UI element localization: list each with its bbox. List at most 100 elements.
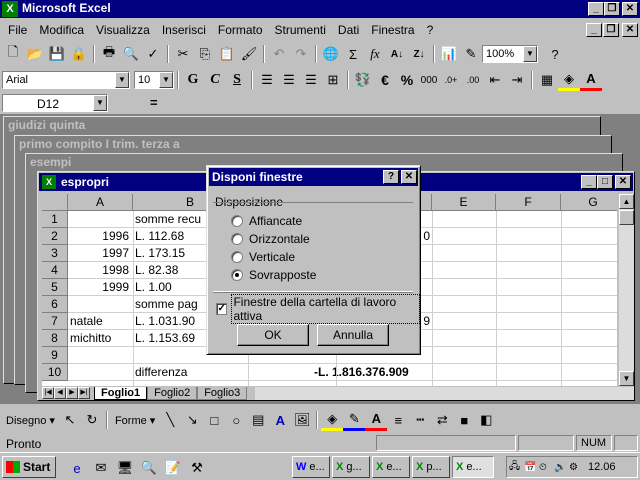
chevron-down-icon[interactable]: ▼ <box>115 72 129 88</box>
arrange-windows-dialog[interactable]: Disponi finestre ? ✕ Disposizione Affian… <box>206 165 421 355</box>
annulla-button[interactable]: Annulla <box>317 324 389 346</box>
task-button-4[interactable]: Xp... <box>412 456 450 478</box>
scroll-up-icon[interactable]: ▲ <box>619 194 634 209</box>
underline-button[interactable]: S <box>226 69 248 91</box>
workbook-minimize-button[interactable]: _ <box>581 175 597 189</box>
cut-icon[interactable]: ✂ <box>172 43 194 65</box>
font-color-icon[interactable]: A <box>580 69 602 91</box>
paste-icon[interactable]: 📋 <box>216 43 238 65</box>
rectangle-icon[interactable]: □ <box>203 409 225 431</box>
row-header[interactable]: 5 <box>42 279 68 296</box>
decrease-decimal-icon[interactable]: .00 <box>462 69 484 91</box>
dialog-titlebar[interactable]: Disponi finestre ? ✕ <box>209 168 418 186</box>
help-icon[interactable]: ? <box>544 43 566 65</box>
print-icon[interactable]: 🖶 <box>98 43 120 65</box>
dialog-help-button[interactable]: ? <box>383 170 399 184</box>
menu-file[interactable]: File <box>2 21 33 41</box>
autosum-icon[interactable]: Σ <box>342 43 364 65</box>
permission-icon[interactable]: 🔒 <box>68 43 90 65</box>
borders-icon[interactable]: ▦ <box>536 69 558 91</box>
zoom-select[interactable]: 100% ▼ <box>482 45 538 63</box>
name-box[interactable]: D12 ▼ <box>2 94 108 112</box>
wordart-icon[interactable]: A <box>269 409 291 431</box>
radio-affiancate[interactable] <box>231 215 243 227</box>
cell-a[interactable]: 1996 <box>68 228 131 245</box>
vertical-scrollbar[interactable]: ▲ ▼ <box>619 194 634 386</box>
task-button-2[interactable]: Xg... <box>332 456 370 478</box>
notepad-icon[interactable]: 📝 <box>162 457 184 479</box>
align-left-icon[interactable]: ☰ <box>256 69 278 91</box>
doc-close-button[interactable]: ✕ <box>622 23 638 37</box>
active-workbook-checkbox[interactable]: ✓ <box>216 303 228 315</box>
workbook-maximize-button[interactable]: □ <box>597 175 613 189</box>
font-color-icon[interactable]: A <box>365 409 388 431</box>
row-header[interactable]: 1 <box>42 211 68 228</box>
excel-app-icon[interactable]: X <box>2 1 18 17</box>
cell-d[interactable]: -L. 1.816.376.909 <box>314 364 432 381</box>
arrow-icon[interactable]: ↘ <box>181 409 203 431</box>
decrease-indent-icon[interactable]: ⇤ <box>484 69 506 91</box>
save-icon[interactable]: 💾 <box>46 43 68 65</box>
minimize-button[interactable]: _ <box>588 2 604 16</box>
radio-orizzontale[interactable] <box>231 233 243 245</box>
fill-color-icon[interactable]: ◈ <box>321 409 344 431</box>
spelling-icon[interactable]: ✓ <box>142 43 164 65</box>
select-all-corner[interactable] <box>42 194 68 211</box>
app-titlebar[interactable]: X Microsoft Excel _ ❐ ✕ <box>0 0 640 18</box>
cell-a[interactable]: 1997 <box>68 245 131 262</box>
tray-scheduler-icon[interactable]: ⏲ <box>539 462 553 473</box>
italic-button[interactable]: C <box>204 69 226 91</box>
chevron-down-icon[interactable]: ▼ <box>93 95 107 111</box>
cell-a[interactable]: 1999 <box>68 279 131 296</box>
active-workbook-checkbox-row[interactable]: ✓ Finestre della cartella di lavoro atti… <box>216 294 420 324</box>
function-icon[interactable]: fx <box>364 43 386 65</box>
column-header-e[interactable]: E <box>432 194 496 211</box>
workbook-icon[interactable]: X <box>42 175 56 189</box>
hyperlink-icon[interactable]: 🌐 <box>320 43 342 65</box>
increase-indent-icon[interactable]: ⇥ <box>506 69 528 91</box>
tray-app-icon[interactable]: ⚙ <box>569 462 583 473</box>
oval-icon[interactable]: ○ <box>225 409 247 431</box>
menu-finestra[interactable]: Finestra <box>365 21 420 41</box>
merge-center-icon[interactable]: ⊞ <box>322 69 344 91</box>
first-sheet-icon[interactable]: |◀ <box>42 387 54 399</box>
option-sovrapposte[interactable]: Sovrapposte <box>231 268 316 282</box>
column-header-a[interactable]: A <box>68 194 133 211</box>
row-header[interactable]: 9 <box>42 347 68 364</box>
menu-dati[interactable]: Dati <box>332 21 365 41</box>
drawing-icon[interactable]: ✎ <box>460 43 482 65</box>
scroll-down-icon[interactable]: ▼ <box>619 371 634 386</box>
cell-a[interactable]: michitto <box>68 330 131 347</box>
redo-icon[interactable]: ↷ <box>290 43 312 65</box>
sort-ascending-icon[interactable]: A↓ <box>386 43 408 65</box>
cell-a[interactable]: 1998 <box>68 262 131 279</box>
forme-menu[interactable]: Forme ▾ <box>111 414 159 427</box>
comma-style-icon[interactable]: 000 <box>418 69 440 91</box>
menu-visualizza[interactable]: Visualizza <box>90 21 156 41</box>
tray-volume-icon[interactable]: 🔊 <box>554 462 568 473</box>
cell-a[interactable] <box>68 211 131 228</box>
disegno-menu[interactable]: Disegno ▾ <box>2 414 59 427</box>
tray-calendar-icon[interactable]: 📅 <box>524 462 538 473</box>
chevron-down-icon[interactable]: ▼ <box>523 46 537 62</box>
euro-button[interactable]: € <box>374 69 396 91</box>
cell-a[interactable] <box>68 347 131 364</box>
ok-button[interactable]: OK <box>237 324 309 346</box>
close-button[interactable]: ✕ <box>622 2 638 16</box>
percent-button[interactable]: % <box>396 69 418 91</box>
row-header[interactable]: 6 <box>42 296 68 313</box>
task-button-1[interactable]: We... <box>292 456 330 478</box>
option-affiancate[interactable]: Affiancate <box>231 214 302 228</box>
line-color-icon[interactable]: ✎ <box>343 409 366 431</box>
align-center-icon[interactable]: ☰ <box>278 69 300 91</box>
search-icon[interactable]: 🔍 <box>138 457 160 479</box>
copy-icon[interactable]: ⎘ <box>194 43 216 65</box>
sheet-tab-foglio1[interactable]: Foglio1 <box>94 386 148 400</box>
dialog-close-button[interactable]: ✕ <box>401 170 417 184</box>
radio-sovrapposte[interactable] <box>231 269 243 281</box>
doc-minimize-button[interactable]: _ <box>586 23 602 37</box>
chevron-down-icon[interactable]: ▼ <box>159 72 173 88</box>
prev-sheet-icon[interactable]: ◀ <box>54 387 66 399</box>
fill-color-icon[interactable]: ◈ <box>558 69 580 91</box>
sort-descending-icon[interactable]: Z↓ <box>408 43 430 65</box>
